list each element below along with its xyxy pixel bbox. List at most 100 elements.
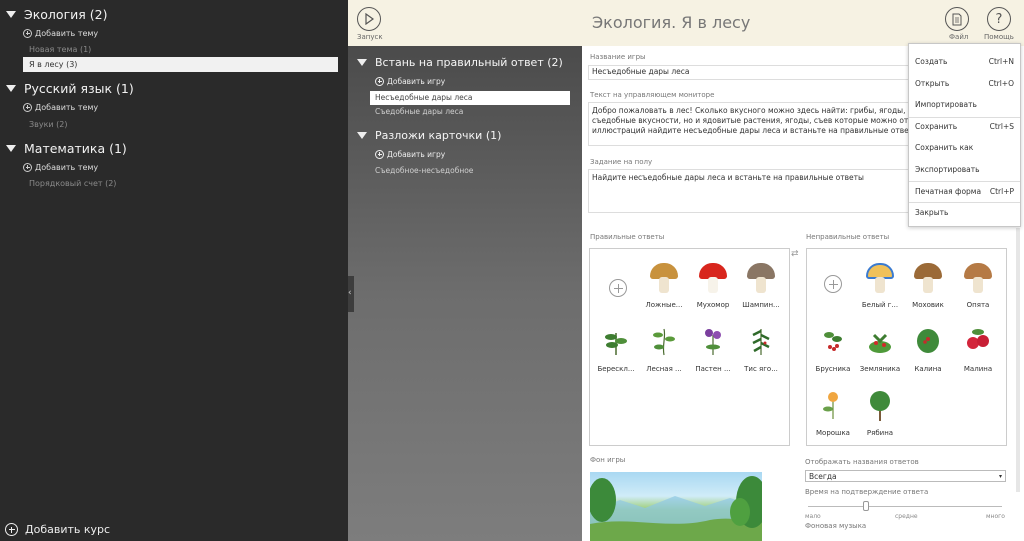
add-topic-button[interactable]: Добавить тему (23, 99, 348, 115)
game-group-header[interactable]: Разложи карточки (1) (357, 125, 582, 145)
menu-item-label: Сохранить как (915, 142, 974, 152)
answer-tile[interactable]: Малина (956, 321, 1000, 373)
game-item[interactable]: Съедобное-несъедобное (370, 164, 582, 178)
collapse-triangle-icon[interactable] (6, 84, 16, 92)
add-course-button[interactable]: Добавить курс (5, 523, 110, 536)
answer-tile[interactable]: Моховик (906, 257, 950, 309)
add-game-button[interactable]: Добавить игру (375, 146, 582, 162)
answer-caption: Калина (914, 365, 942, 373)
answer-tile[interactable]: Лесная ... (642, 321, 686, 373)
confirm-time-label: Время на подтверждение ответа (805, 488, 929, 496)
add-correct-answer-button[interactable] (609, 279, 627, 297)
answer-caption: Берескл... (597, 365, 635, 373)
confirm-time-slider-track[interactable] (808, 506, 1002, 507)
plus-circle-icon (23, 102, 32, 112)
chevron-left-icon: ‹ (348, 288, 352, 298)
answer-caption: Тис яго... (744, 365, 778, 373)
course-header[interactable]: Экология (2) (6, 4, 348, 24)
file-label: Файл (949, 33, 969, 41)
menu-item-shortcut: Ctrl+S (989, 121, 1014, 131)
topic-item[interactable]: Новая тема (1) (23, 42, 348, 57)
menu-item-save-as[interactable]: Сохранить как (909, 137, 1020, 157)
menu-item-print[interactable]: Печатная форма Ctrl+P (909, 181, 1020, 201)
menu-item-create[interactable]: Создать Ctrl+N (909, 51, 1020, 71)
help-button[interactable]: ? (987, 7, 1011, 31)
menu-item-open[interactable]: Открыть Ctrl+O (909, 73, 1020, 93)
help-icon: ? (995, 11, 1003, 27)
answer-tile[interactable]: Ложные... (642, 257, 686, 309)
plus-circle-icon (375, 149, 384, 159)
answer-tile[interactable]: Пастен ... (691, 321, 735, 373)
add-topic-button[interactable]: Добавить тему (23, 159, 348, 175)
course-header[interactable]: Русский язык (1) (6, 78, 348, 98)
course-header[interactable]: Математика (1) (6, 138, 348, 158)
game-item-selected[interactable]: Несъедобные дары леса (370, 91, 570, 105)
topic-item-selected[interactable]: Я в лесу (3) (23, 57, 338, 72)
games-panel: Встань на правильный ответ (2) Добавить … (348, 46, 582, 541)
topic-item[interactable]: Порядковый счет (2) (23, 176, 348, 191)
menu-item-label: Импортировать (915, 99, 977, 109)
play-icon (365, 13, 375, 25)
monitor-text-label: Текст на управляющем мониторе (590, 91, 715, 99)
add-game-button[interactable]: Добавить игру (375, 73, 582, 89)
answer-tile[interactable]: Морошка (811, 385, 855, 437)
menu-item-shortcut: Ctrl+P (989, 186, 1014, 196)
sidebar-collapse-handle[interactable]: ‹ (348, 276, 354, 312)
content-scrollbar[interactable] (1016, 228, 1020, 492)
answer-tile[interactable]: Калина (906, 321, 950, 373)
strawberry-icon (860, 321, 900, 361)
dropdown-arrow-icon: ▾ (998, 473, 1002, 480)
answer-tile[interactable]: Рябина (858, 385, 902, 437)
game-item[interactable]: Съедобные дары леса (370, 105, 582, 119)
background-preview-image[interactable] (590, 472, 762, 541)
add-topic-label: Добавить тему (35, 162, 99, 172)
plus-circle-icon (23, 28, 32, 38)
game-group-header[interactable]: Встань на правильный ответ (2) (357, 52, 582, 72)
menu-item-save[interactable]: Сохранить Ctrl+S (909, 116, 1020, 136)
menu-item-close[interactable]: Закрыть (909, 202, 1020, 222)
plus-circle-icon (23, 162, 32, 172)
answer-tile[interactable]: Мухомор (691, 257, 735, 309)
course-russian: Русский язык (1) Добавить тему Звуки (2) (6, 78, 348, 132)
topic-item[interactable]: Звуки (2) (23, 117, 348, 132)
swap-arrows-icon[interactable]: ⇄ (791, 249, 799, 259)
add-topic-button[interactable]: Добавить тему (23, 25, 348, 41)
answer-tile[interactable]: Берескл... (594, 321, 638, 373)
answer-tile[interactable]: Земляника (858, 321, 902, 373)
course-ecology: Экология (2) Добавить тему Новая тема (1… (6, 4, 348, 72)
file-button[interactable] (945, 7, 969, 31)
menu-item-shortcut: Ctrl+O (988, 78, 1014, 88)
collapse-triangle-icon[interactable] (6, 144, 16, 152)
document-icon (952, 13, 962, 25)
collapse-triangle-icon[interactable] (6, 10, 16, 18)
file-menu: Создать Ctrl+N Открыть Ctrl+O Импортироват… (908, 43, 1021, 227)
answer-tile[interactable]: Тис яго... (739, 321, 783, 373)
mushroom-icon (958, 257, 998, 297)
answer-caption: Моховик (912, 301, 944, 309)
run-button[interactable] (357, 7, 381, 31)
tree-icon (860, 385, 900, 425)
help-label: Помощь (984, 33, 1014, 41)
menu-item-export[interactable]: Экспортировать (909, 159, 1020, 179)
answer-tile[interactable]: Брусника (811, 321, 855, 373)
answer-tile[interactable]: Белый г... (858, 257, 902, 309)
answer-tile[interactable]: Шампин... (739, 257, 783, 309)
menu-item-import[interactable]: Импортировать (909, 94, 1020, 114)
collapse-triangle-icon[interactable] (357, 58, 367, 66)
plus-circle-icon (375, 76, 384, 86)
plant-icon (644, 321, 684, 361)
cloudberry-icon (813, 385, 853, 425)
correct-answers-label: Правильные ответы (590, 233, 665, 241)
top-toolbar: Запуск Экология. Я в лесу Файл ? Помощь (348, 0, 1024, 46)
answer-tile[interactable]: Опята (956, 257, 1000, 309)
show-names-select[interactable]: Всегда ▾ (805, 470, 1006, 482)
add-wrong-answer-button[interactable] (824, 275, 842, 293)
music-label: Фоновая музыка (805, 522, 867, 530)
add-topic-label: Добавить тему (35, 102, 99, 112)
confirm-time-slider-knob[interactable] (863, 501, 870, 511)
collapse-triangle-icon[interactable] (357, 131, 367, 139)
mushroom-icon (741, 257, 781, 297)
course-title: Математика (1) (24, 140, 127, 156)
answer-caption: Рябина (866, 429, 894, 437)
answer-caption: Шампин... (742, 301, 780, 309)
